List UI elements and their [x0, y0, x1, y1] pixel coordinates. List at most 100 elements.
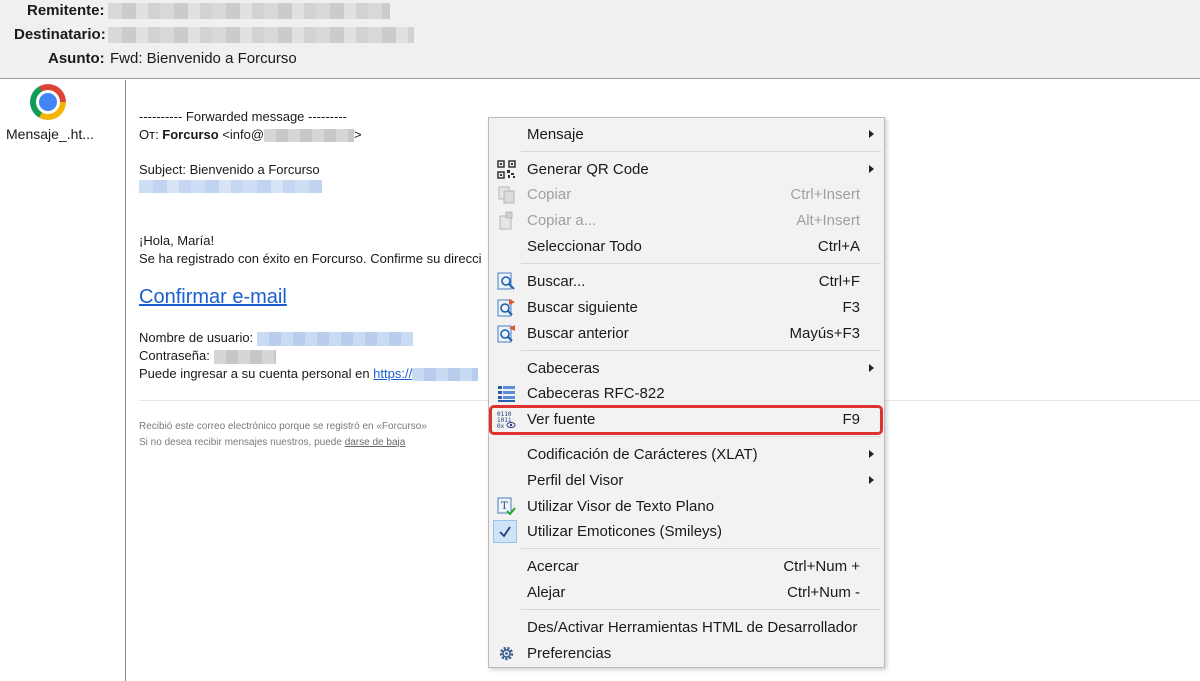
menu-item-label: Cabeceras	[527, 360, 600, 377]
menu-item-buscar-siguiente[interactable]: Buscar siguiente F3	[489, 295, 884, 320]
password-label: Contraseña:	[139, 348, 210, 363]
menu-item-seleccionar-todo[interactable]: Seleccionar Todo Ctrl+A	[489, 234, 884, 259]
from-label: Remitente:	[27, 2, 105, 19]
menu-separator	[521, 151, 881, 152]
menu-item-copiar[interactable]: Copiar Ctrl+Insert	[489, 182, 884, 207]
copy-icon	[497, 185, 516, 204]
menu-item-shortcut: Alt+Insert	[796, 212, 860, 229]
context-menu: Mensaje Generar QR Code Copiar Ctrl+Inse…	[488, 117, 885, 668]
svg-text:T: T	[501, 501, 508, 512]
menu-item-buscar-anterior[interactable]: Buscar anterior Mayús+F3	[489, 321, 884, 346]
redacted-line	[139, 180, 322, 193]
submenu-arrow-icon	[869, 476, 874, 484]
email-redacted	[264, 129, 355, 143]
menu-item-generar-qr[interactable]: Generar QR Code	[489, 157, 884, 182]
menu-separator	[521, 436, 881, 437]
submenu-arrow-icon	[869, 450, 874, 458]
menu-item-shortcut: Ctrl+A	[817, 238, 860, 255]
unsubscribe-link[interactable]: darse de baja	[345, 437, 406, 448]
footer-line-1: Recibió este correo electrónico porque s…	[139, 421, 427, 432]
menu-item-label: Buscar siguiente	[527, 299, 638, 316]
login-text: Puede ingresar a su cuenta personal en	[139, 366, 374, 381]
menu-item-shortcut: Ctrl+Insert	[790, 186, 860, 203]
attachment-name[interactable]: Mensaje_.ht...	[6, 126, 94, 142]
menu-item-label: Perfil del Visor	[527, 472, 624, 489]
to-value-redacted	[108, 27, 414, 43]
username-line: Nombre de usuario:	[139, 329, 413, 346]
menu-item-emoticones[interactable]: Utilizar Emoticones (Smileys)	[489, 519, 884, 544]
menu-item-label: Acercar	[527, 558, 579, 575]
menu-item-label: Preferencias	[527, 645, 612, 662]
login-link[interactable]: https://	[373, 366, 412, 381]
password-redacted	[213, 349, 276, 364]
subject-label: Asunto:	[48, 50, 105, 67]
menu-item-visor-texto-plano[interactable]: T Utilizar Visor de Texto Plano	[489, 494, 884, 519]
menu-item-shortcut: Ctrl+F	[818, 273, 860, 290]
username-label: Nombre de usuario:	[139, 330, 257, 345]
menu-item-preferencias[interactable]: Preferencias	[489, 641, 884, 666]
menu-separator	[521, 548, 881, 549]
menu-item-shortcut: Ctrl+Num +	[783, 558, 860, 575]
menu-item-cabeceras-rfc822[interactable]: Cabeceras RFC-822	[489, 381, 884, 406]
from-email-end: >	[354, 127, 362, 142]
menu-item-mensaje[interactable]: Mensaje	[489, 122, 884, 147]
checkmark-icon	[493, 520, 517, 543]
submenu-arrow-icon	[869, 130, 874, 138]
search-previous-icon	[497, 324, 516, 343]
subject-line: Subject: Bienvenido a Forcurso	[139, 162, 320, 177]
menu-item-label: Seleccionar Todo	[527, 238, 642, 255]
menu-item-label: Buscar anterior	[527, 325, 629, 342]
gear-icon	[497, 644, 516, 663]
search-icon	[497, 272, 516, 291]
login-line: Puede ingresar a su cuenta personal en h…	[139, 365, 479, 382]
menu-item-copiar-a[interactable]: Copiar a... Alt+Insert	[489, 208, 884, 233]
menu-item-label: Des/Activar Herramientas HTML de Desarro…	[527, 619, 858, 636]
menu-item-shortcut: Ctrl+Num -	[787, 584, 860, 601]
menu-item-label: Mensaje	[527, 126, 584, 143]
headers-list-icon	[497, 384, 516, 403]
copy-to-icon	[497, 211, 516, 230]
menu-item-label: Codificación de Carácteres (XLAT)	[527, 446, 758, 463]
menu-item-label: Utilizar Visor de Texto Plano	[527, 498, 715, 515]
search-next-icon	[497, 298, 516, 317]
highlight-box	[489, 405, 883, 435]
forwarded-line: ---------- Forwarded message ---------	[139, 109, 347, 124]
menu-item-buscar[interactable]: Buscar... Ctrl+F	[489, 269, 884, 294]
qr-code-icon	[497, 160, 516, 179]
from-email-start: <info@	[222, 127, 265, 142]
from-line: От: Forcurso <info@ >	[139, 126, 362, 143]
menu-item-codificacion[interactable]: Codificación de Carácteres (XLAT)	[489, 442, 884, 467]
menu-item-shortcut: F3	[842, 299, 860, 316]
from-prefix: От:	[139, 127, 163, 142]
from-name: Forcurso	[162, 127, 219, 142]
to-label: Destinatario:	[14, 26, 106, 43]
menu-item-label: Buscar...	[527, 273, 586, 290]
footer-line-2-text: Si no desea recibir mensajes nuestros, p…	[139, 437, 345, 448]
login-link-redacted	[412, 368, 479, 382]
attachments-pane	[0, 80, 126, 681]
menu-item-label: Alejar	[527, 584, 566, 601]
menu-item-acercar[interactable]: Acercar Ctrl+Num +	[489, 554, 884, 579]
greeting: ¡Hola, María!	[139, 233, 215, 248]
menu-item-cabeceras[interactable]: Cabeceras	[489, 356, 884, 381]
confirm-email-link[interactable]: Confirmar e-mail	[139, 286, 287, 308]
message-header: Remitente: Destinatario: Asunto: Fwd: Bi…	[0, 0, 1200, 79]
submenu-arrow-icon	[869, 165, 874, 173]
menu-item-alejar[interactable]: Alejar Ctrl+Num -	[489, 580, 884, 605]
menu-separator	[521, 609, 881, 610]
submenu-arrow-icon	[869, 364, 874, 372]
password-line: Contraseña:	[139, 347, 276, 364]
menu-item-perfil-visor[interactable]: Perfil del Visor	[489, 468, 884, 493]
menu-separator	[521, 263, 881, 264]
registered-text: Se ha registrado con éxito en Forcurso. …	[139, 251, 482, 266]
footer-line-2: Si no desea recibir mensajes nuestros, p…	[139, 434, 405, 451]
plain-text-icon: T	[497, 497, 516, 516]
menu-item-shortcut: Mayús+F3	[789, 325, 860, 342]
menu-item-label: Cabeceras RFC-822	[527, 385, 665, 402]
menu-separator	[521, 350, 881, 351]
menu-item-herramientas-html[interactable]: Des/Activar Herramientas HTML de Desarro…	[489, 615, 884, 640]
menu-item-label: Copiar a...	[527, 212, 597, 229]
chrome-icon[interactable]	[30, 84, 66, 120]
menu-item-label: Copiar	[527, 186, 572, 203]
username-redacted	[256, 331, 413, 346]
